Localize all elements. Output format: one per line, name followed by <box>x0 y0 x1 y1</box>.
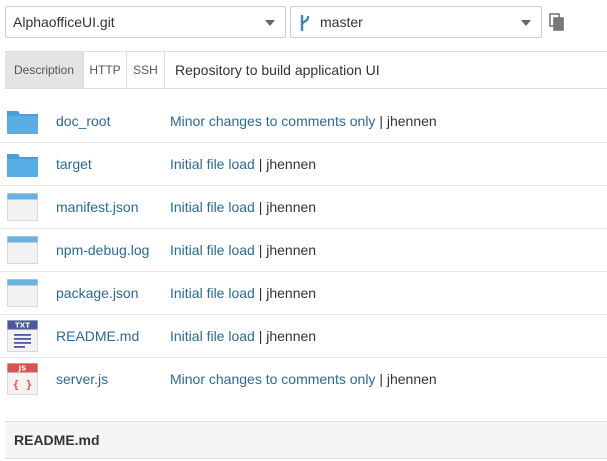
file-row-package-json: package.json Initial file load | jhennen <box>0 272 607 315</box>
commit-info: Initial file load | jhennen <box>170 229 316 272</box>
file-row-manifest-json: manifest.json Initial file load | jhenne… <box>0 186 607 229</box>
commit-message-link[interactable]: Minor changes to comments only <box>170 371 375 387</box>
tab-description[interactable]: Description <box>5 52 84 88</box>
commit-author: jhennen <box>386 113 437 129</box>
folder-icon <box>7 111 38 134</box>
file-list: doc_root Minor changes to comments only … <box>0 100 607 401</box>
commit-author: jhennen <box>266 285 317 301</box>
commit-message-link[interactable]: Initial file load <box>170 199 255 215</box>
branch-select[interactable]: master <box>290 6 542 38</box>
repository-select-value: AlphaofficeUI.git <box>13 14 115 30</box>
repository-description: Repository to build application UI <box>175 62 380 78</box>
file-name-link[interactable]: manifest.json <box>56 186 138 229</box>
commit-info: Initial file load | jhennen <box>170 272 316 315</box>
file-icon <box>7 236 38 264</box>
file-row-npm-debug-log: npm-debug.log Initial file load | jhenne… <box>0 229 607 272</box>
commit-separator: | <box>258 242 263 258</box>
javascript-file-icon: JS { } <box>7 363 38 395</box>
commit-separator: | <box>379 113 383 129</box>
copy-icon[interactable] <box>549 13 565 31</box>
file-name-link[interactable]: doc_root <box>56 100 110 143</box>
commit-separator: | <box>258 156 263 172</box>
file-row-doc-root: doc_root Minor changes to comments only … <box>0 100 607 143</box>
file-row-readme-md: TXT README.md Initial file load | jhenne… <box>0 315 607 358</box>
commit-author: jhennen <box>266 199 317 215</box>
readme-header: README.md <box>5 421 607 459</box>
branch-icon <box>300 15 310 31</box>
file-name-link[interactable]: server.js <box>56 358 108 401</box>
commit-info: Initial file load | jhennen <box>170 143 316 186</box>
description-bar: Description HTTP SSH Repository to build… <box>5 51 607 89</box>
file-name-link[interactable]: npm-debug.log <box>56 229 149 272</box>
commit-separator: | <box>258 285 263 301</box>
chevron-down-icon <box>521 20 531 26</box>
file-row-server-js: JS { } server.js Minor changes to commen… <box>0 358 607 401</box>
tab-ssh[interactable]: SSH <box>127 52 165 88</box>
commit-message-link[interactable]: Initial file load <box>170 328 255 344</box>
commit-info: Minor changes to comments only | jhennen <box>170 100 437 143</box>
commit-separator: | <box>258 199 263 215</box>
folder-icon <box>7 154 38 177</box>
commit-separator: | <box>379 371 383 387</box>
commit-author: jhennen <box>266 242 317 258</box>
tab-http[interactable]: HTTP <box>84 52 127 88</box>
commit-message-link[interactable]: Minor changes to comments only <box>170 113 375 129</box>
repository-select[interactable]: AlphaofficeUI.git <box>5 6 286 38</box>
txt-badge-label: TXT <box>15 322 30 330</box>
commit-info: Initial file load | jhennen <box>170 186 316 229</box>
top-bar: AlphaofficeUI.git master <box>5 6 605 40</box>
file-icon <box>7 279 38 307</box>
commit-separator: | <box>258 328 263 344</box>
commit-message-link[interactable]: Initial file load <box>170 242 255 258</box>
commit-author: jhennen <box>386 371 437 387</box>
commit-author: jhennen <box>266 156 317 172</box>
text-file-icon: TXT <box>7 320 38 352</box>
branch-select-value: master <box>320 14 363 30</box>
commit-message-link[interactable]: Initial file load <box>170 285 255 301</box>
file-name-link[interactable]: package.json <box>56 272 139 315</box>
file-name-link[interactable]: README.md <box>56 315 139 358</box>
commit-info: Minor changes to comments only | jhennen <box>170 358 437 401</box>
file-row-target: target Initial file load | jhennen <box>0 143 607 186</box>
commit-author: jhennen <box>266 328 317 344</box>
chevron-down-icon <box>265 20 275 26</box>
file-name-link[interactable]: target <box>56 143 92 186</box>
commit-message-link[interactable]: Initial file load <box>170 156 255 172</box>
file-icon <box>7 193 38 221</box>
js-badge-label: JS <box>18 365 27 373</box>
commit-info: Initial file load | jhennen <box>170 315 316 358</box>
js-badge-glyph: { } <box>13 378 33 391</box>
